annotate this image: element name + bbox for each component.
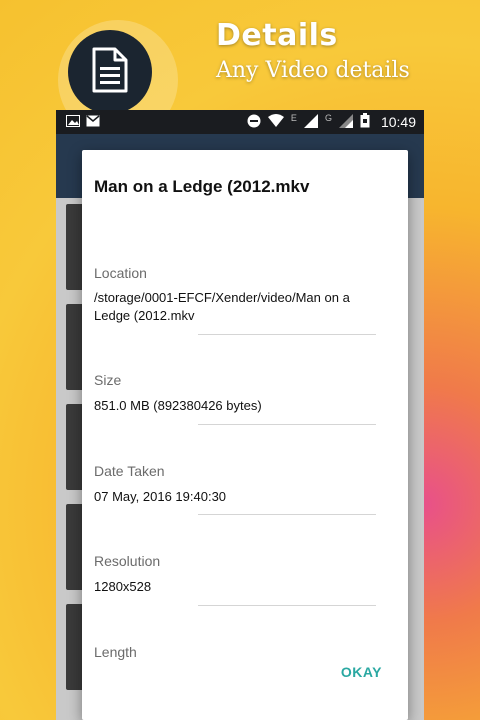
size-value: 851.0 MB (892380426 bytes) [94, 398, 262, 413]
details-dialog: Man on a Ledge (2012.mkv Location /stora… [82, 150, 408, 720]
field-divider [198, 605, 376, 606]
promo-subtitle: Any Video details [216, 58, 410, 83]
mail-icon [86, 114, 100, 130]
length-label: Length [94, 644, 137, 660]
signal-icon [338, 113, 353, 131]
field-divider [198, 424, 376, 425]
promo-icon-badge [68, 30, 152, 114]
location-value: /storage/0001-EFCF/Xender/video/Man on a… [94, 290, 350, 323]
document-icon [91, 47, 129, 98]
field-divider [198, 514, 376, 515]
network-e-label: E [290, 113, 297, 123]
signal-icon [303, 113, 318, 131]
do-not-disturb-icon [247, 114, 261, 131]
resolution-label: Resolution [94, 553, 161, 569]
battery-icon [360, 113, 370, 131]
location-label: Location [94, 265, 147, 281]
promo-title: Details [216, 18, 338, 53]
resolution-value: 1280x528 [94, 579, 152, 594]
status-time: 10:49 [380, 114, 416, 130]
date-taken-label: Date Taken [94, 463, 165, 479]
dialog-title: Man on a Ledge (2012.mkv [94, 177, 310, 196]
image-icon [66, 114, 80, 130]
field-divider [198, 334, 376, 335]
status-bar: E G 10:49 [56, 110, 424, 134]
wifi-icon [267, 114, 284, 130]
size-label: Size [94, 372, 122, 388]
network-g-label: G [324, 113, 332, 123]
okay-button[interactable]: OKAY [341, 664, 382, 680]
date-taken-value: 07 May, 2016 19:40:30 [94, 489, 227, 504]
phone-screen: E G 10:49 Man on a Ledge (2012.mkv Locat… [56, 110, 424, 720]
